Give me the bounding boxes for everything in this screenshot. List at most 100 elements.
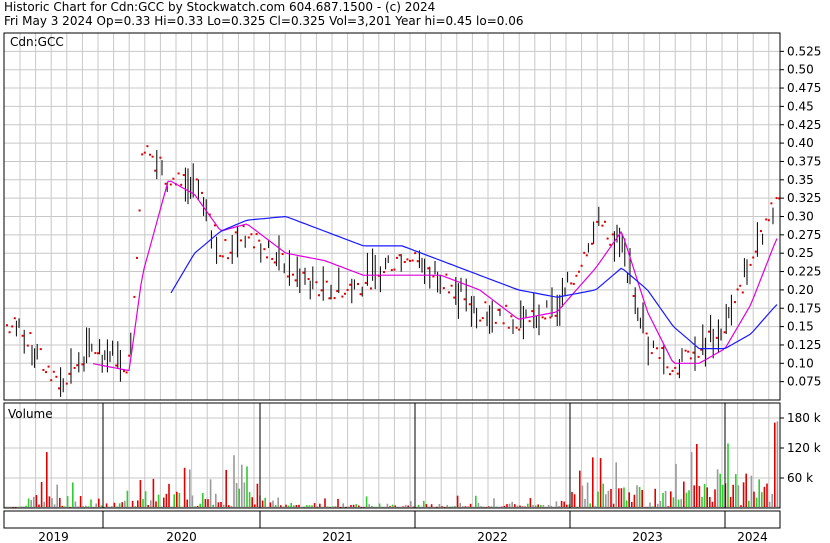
volume-bar [649, 502, 651, 507]
volume-bar [378, 503, 381, 507]
volume-bar [33, 496, 35, 507]
price-tick [601, 224, 604, 227]
price-tick [364, 281, 367, 284]
volume-bar [748, 500, 750, 507]
price-tick [736, 288, 739, 291]
volume-bar [215, 493, 217, 507]
volume-bar [142, 498, 144, 507]
volume-bar [121, 502, 123, 507]
price-tick [416, 260, 419, 263]
volume-bar [475, 495, 477, 507]
price-tick [141, 153, 144, 156]
price-tick [687, 350, 690, 353]
price-tick [136, 256, 138, 259]
price-tick [55, 375, 58, 378]
volume-bar [690, 452, 693, 507]
price-tick [510, 315, 513, 318]
volume-bar [95, 503, 97, 507]
price-tick [341, 295, 344, 298]
volume-bar [446, 504, 448, 507]
volume-tick-label: 60 k [787, 471, 813, 485]
price-tick [531, 310, 534, 313]
price-tick [502, 322, 505, 325]
volume-bar [670, 491, 672, 507]
volume-bar [72, 482, 74, 507]
price-tick [580, 264, 583, 267]
volume-bar [459, 503, 461, 507]
volume-bar [306, 505, 308, 507]
price-tick-label: 0.20 [787, 283, 814, 297]
price-tick [68, 372, 71, 375]
volume-bar [667, 506, 669, 507]
price-tick [393, 268, 396, 271]
price-tick [219, 254, 222, 257]
volume-bar [207, 499, 209, 507]
volume-bar [584, 498, 586, 507]
volume-bar [589, 503, 591, 507]
price-tick-label: 0.175 [787, 301, 821, 315]
price-tick [328, 297, 331, 300]
volume-bar [199, 503, 201, 507]
volume-bar [35, 495, 38, 507]
volume-bar [118, 503, 121, 507]
year-label-2019: 2019 [38, 530, 69, 543]
volume-bar [282, 506, 285, 508]
volume-bar [20, 506, 22, 508]
volume-bar [272, 500, 274, 507]
volume-bar [436, 506, 438, 508]
volume-bar [368, 504, 370, 507]
volume-bar [228, 505, 230, 507]
volume-bar [105, 503, 108, 507]
price-tick [195, 178, 198, 181]
price-tick [528, 320, 531, 323]
price-tick [570, 282, 573, 285]
volume-bar [732, 484, 734, 507]
price-tick [692, 351, 695, 354]
volume-bar [706, 487, 708, 507]
volume-bar [256, 483, 259, 507]
volume-bar [53, 504, 56, 507]
volume-bar [597, 491, 599, 507]
volume-bar [394, 505, 396, 507]
volume-bar [618, 488, 620, 507]
price-tick [154, 169, 157, 172]
price-tick [715, 336, 718, 339]
price-tick [578, 270, 580, 273]
volume-bar [714, 489, 716, 507]
volume-bar [508, 503, 511, 507]
volume-bar [56, 484, 58, 507]
price-tick [650, 352, 653, 355]
price-tick [302, 271, 305, 274]
long-moving-average-line [170, 215, 778, 350]
volume-bar [90, 499, 92, 507]
volume-bar [688, 490, 690, 507]
price-tick [411, 259, 414, 262]
price-tick [357, 283, 359, 286]
price-tick [50, 379, 53, 382]
price-tick [333, 297, 336, 300]
price-tick [494, 321, 497, 324]
price-tick [549, 316, 552, 319]
volume-bar [350, 505, 352, 507]
price-panel-label: Cdn:GCC [10, 35, 64, 49]
price-tick [403, 261, 406, 264]
price-tick [754, 250, 757, 253]
volume-bar [654, 488, 656, 507]
price-tick-label: 0.25 [787, 246, 814, 260]
price-tick-label: 0.125 [787, 338, 821, 352]
volume-bar [563, 501, 565, 507]
volume-tick-label: 180 k [787, 411, 821, 425]
volume-bar [623, 487, 625, 507]
price-tick [484, 301, 487, 304]
price-tick [224, 239, 227, 242]
price-tick [26, 344, 29, 347]
volume-bar [662, 492, 664, 507]
volume-bar [527, 503, 529, 507]
volume-bar [503, 505, 506, 507]
price-tick [271, 257, 274, 260]
volume-bar [194, 506, 196, 507]
volume-bar [542, 504, 545, 507]
price-tick [65, 382, 68, 385]
price-tick [708, 330, 710, 333]
volume-bar [428, 506, 430, 508]
